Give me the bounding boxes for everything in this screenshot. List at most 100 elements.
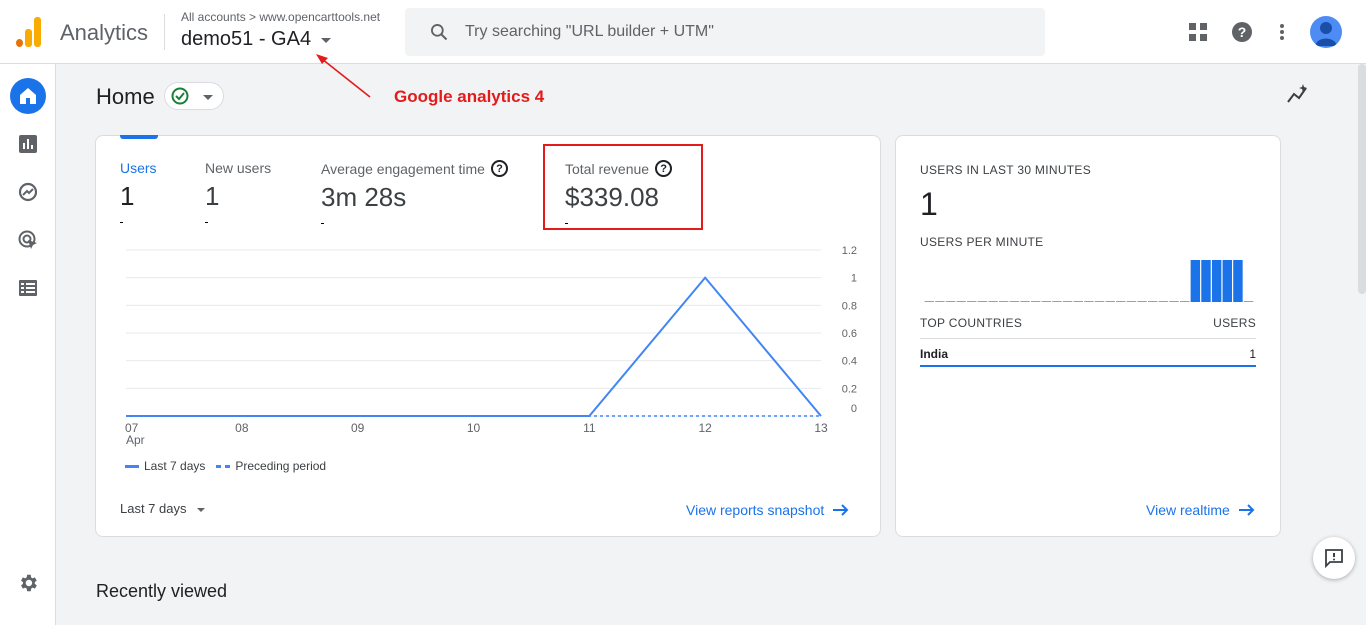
metric-new-users[interactable]: New users 1 <box>205 160 271 223</box>
users-per-minute-bars <box>924 260 1254 302</box>
annotation-arrow <box>316 54 371 98</box>
minute-bar <box>1148 301 1158 302</box>
chart-legend: Last 7 days Preceding period <box>125 459 326 473</box>
users-line-chart: 1.210.80.60.40.2007 08 09 10 11 12 13Apr <box>125 245 857 447</box>
configure-icon <box>19 280 37 296</box>
link-label: View reports snapshot <box>686 502 825 518</box>
metric-users[interactable]: Users 1 <box>120 160 157 223</box>
account-breadcrumb[interactable]: All accounts > www.opencarttools.net <box>181 10 380 24</box>
top-bar: Analytics All accounts > www.opencarttoo… <box>0 0 1366 64</box>
minute-bar <box>1105 301 1115 302</box>
metric-value: 1 <box>120 181 135 211</box>
avatar[interactable] <box>1310 16 1342 48</box>
settings-gear-icon <box>21 574 37 592</box>
reports-icon <box>19 135 37 153</box>
arrow-right-icon <box>1238 504 1255 516</box>
y-tick-label: 1 <box>851 273 857 285</box>
minute-bar <box>967 301 977 302</box>
property-selector[interactable]: demo51 - GA4 <box>181 28 332 51</box>
minute-bar <box>988 301 998 302</box>
metric-value: 1 <box>205 181 220 211</box>
minute-bar <box>1041 301 1052 302</box>
y-tick-label: 0.8 <box>842 300 857 312</box>
x-tick-label: 13 <box>814 421 828 435</box>
nav-explore[interactable] <box>10 174 46 210</box>
apps-grid-icon[interactable] <box>1186 20 1210 44</box>
feedback-icon <box>1325 549 1343 568</box>
view-reports-snapshot-link[interactable]: View reports snapshot <box>686 502 850 518</box>
svg-text:?: ? <box>1238 24 1247 40</box>
link-label: View realtime <box>1146 502 1230 518</box>
y-tick-label: 0.4 <box>842 356 857 368</box>
realtime-value: 1 <box>920 186 938 222</box>
search-icon <box>431 24 448 41</box>
metric-label: Users <box>120 160 157 176</box>
app-name: Analytics <box>60 20 149 45</box>
chevron-down-icon <box>321 38 332 43</box>
feedback-button[interactable] <box>1313 537 1355 579</box>
x-tick-label: 11 <box>583 421 596 435</box>
minute-bar <box>1179 301 1190 302</box>
minute-bar <box>935 301 945 302</box>
help-icon[interactable]: ? <box>1230 20 1254 44</box>
nav-configure[interactable] <box>10 270 46 306</box>
active-tab-indicator <box>120 135 158 139</box>
nav-reports[interactable] <box>10 126 46 162</box>
help-circle-icon[interactable]: ? <box>490 160 508 177</box>
minute-bar <box>924 301 934 302</box>
annotation-label: Google analytics 4 <box>394 87 545 106</box>
minute-bar <box>999 301 1009 302</box>
minute-bar <box>1030 301 1041 302</box>
realtime-card: USERS IN LAST 30 MINUTES 1 USERS PER MIN… <box>895 135 1281 537</box>
minute-bar <box>1233 260 1243 302</box>
nav-home[interactable] <box>10 78 46 114</box>
arrow-right-icon <box>833 504 849 516</box>
minute-bar <box>1052 301 1062 302</box>
page-scrollbar[interactable] <box>1358 64 1366 294</box>
nav-advertising[interactable] <box>10 222 46 258</box>
advertising-icon <box>18 230 37 249</box>
home-icon <box>20 88 36 104</box>
view-realtime-link[interactable]: View realtime <box>1146 502 1256 518</box>
minute-bar <box>1201 260 1211 302</box>
search-input[interactable] <box>465 23 1025 41</box>
x-tick-label: 09 <box>351 421 365 435</box>
chevron-down-icon <box>203 94 213 100</box>
minute-bar <box>1094 301 1105 302</box>
highlight-box <box>543 144 703 230</box>
search-bar[interactable] <box>405 8 1045 56</box>
minute-bar <box>945 301 956 302</box>
recently-viewed-title: Recently viewed <box>96 581 228 601</box>
users-header: USERS <box>1213 316 1256 330</box>
minute-bar <box>1009 301 1020 302</box>
data-status-chip[interactable] <box>164 82 224 110</box>
y-tick-label: 1.2 <box>842 245 857 257</box>
metric-avg-engagement-time[interactable]: Average engagement time? 3m 28s <box>321 160 508 224</box>
x-tick-label: 10 <box>467 421 481 435</box>
minute-bar <box>1062 301 1073 302</box>
legend-label: Preceding period <box>235 459 327 473</box>
chevron-down-icon <box>196 507 205 512</box>
minute-bar <box>1116 301 1126 302</box>
minute-bar <box>956 301 966 302</box>
left-nav <box>0 64 56 625</box>
realtime-title: USERS IN LAST 30 MINUTES <box>920 163 1092 177</box>
minute-bar <box>1211 260 1222 302</box>
countries-header: TOP COUNTRIES <box>920 316 1023 330</box>
nav-admin[interactable] <box>10 565 46 601</box>
insights-sparkle-icon[interactable] <box>1286 82 1310 106</box>
more-vert-icon[interactable] <box>1270 20 1294 44</box>
minute-bar <box>1190 260 1201 302</box>
explore-icon <box>18 182 38 202</box>
minute-bar <box>1243 301 1254 302</box>
analytics-logo-icon[interactable] <box>16 17 42 47</box>
metric-value: 3m 28s <box>321 182 407 212</box>
y-tick-label: 0 <box>851 403 857 415</box>
x-tick-sublabel: Apr <box>126 433 145 447</box>
date-range-selector[interactable]: Last 7 days <box>120 501 205 516</box>
table-row[interactable]: India 1 <box>920 347 1256 361</box>
country-users: 1 <box>1249 347 1256 361</box>
page-title: Home <box>96 84 155 109</box>
minute-bar <box>1126 301 1137 302</box>
country-name: India <box>920 347 949 361</box>
